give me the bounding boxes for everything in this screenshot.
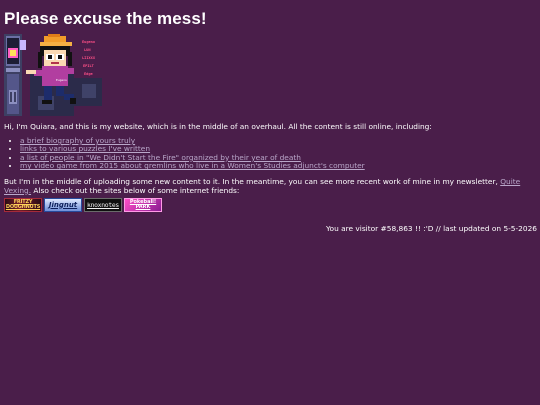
content-link-list: a brief biography of yours truly links t…	[4, 136, 537, 171]
shirt-text: Eugeno	[56, 78, 67, 82]
friend-button-knoxnotes[interactable]: knoxnotes	[84, 197, 122, 212]
list-item: my video game from 2015 about gremlins w…	[20, 162, 537, 170]
update-text-after: Also check out the sites below of some i…	[31, 185, 240, 195]
intro-text: Hi, I'm Quiara, and this is my website, …	[4, 122, 432, 131]
art-sign-line-5: Edge	[84, 72, 93, 76]
update-text-before: But I'm in the middle of uploading some …	[4, 176, 501, 186]
pixel-art-illustration: Eugeno Eugeno LUN LIIXXX EPILT Edge	[4, 34, 102, 116]
visitor-counter: You are visitor #58,863 !! :'D // last u…	[4, 224, 537, 233]
art-sign-line-2: LUN	[84, 48, 91, 52]
page-title: Please excuse the mess!	[4, 9, 207, 28]
friend-buttons: FRITZY DOUGHNUTS Jingnut knoxnotes Pokeb…	[4, 197, 537, 212]
friend-button-fritzy[interactable]: FRITZY DOUGHNUTS	[4, 197, 42, 212]
art-sign-line-4: EPILT	[83, 64, 94, 68]
friend-button-pokeball-park[interactable]: Pokeball! PARK	[124, 197, 162, 212]
art-sign-line-1: Eugeno	[82, 40, 95, 44]
friend-button-jingnut[interactable]: Jingnut	[44, 197, 82, 212]
video-game-link[interactable]: my video game from 2015 about gremlins w…	[20, 161, 365, 170]
art-sign-line-3: LIIXXX	[82, 56, 96, 60]
update-text: But I'm in the middle of uploading some …	[4, 177, 532, 195]
visitor-count: #58,863	[380, 223, 413, 233]
page: Please excuse the mess! Eugeno Eugeno LU…	[0, 0, 540, 233]
visitor-suffix: !! :'D // last updated on 5-5-2026	[412, 223, 537, 233]
visitor-prefix: You are visitor	[326, 223, 381, 233]
